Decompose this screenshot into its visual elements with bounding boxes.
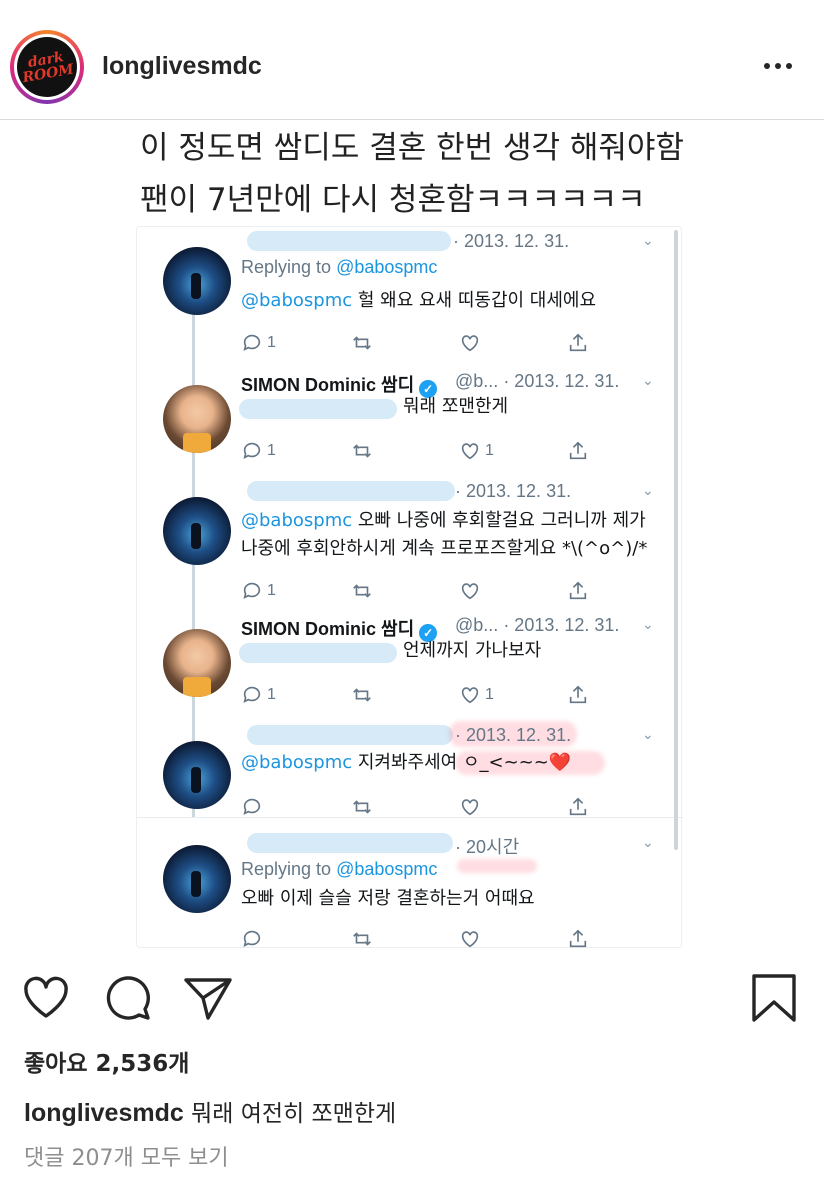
tweet-actions xyxy=(241,795,601,819)
redacted-name xyxy=(247,833,453,853)
view-all-comments-link[interactable]: 댓글 207개 모두 보기 xyxy=(24,1140,229,1172)
image-caption: 이 정도면 쌈디도 결혼 한번 생각 해줘야함 팬이 7년만에 다시 청혼함ㅋㅋ… xyxy=(140,130,684,218)
reply-icon[interactable]: 1 xyxy=(241,683,276,707)
retweet-icon[interactable] xyxy=(351,331,373,355)
divider xyxy=(137,817,683,818)
redacted-mention xyxy=(239,643,397,663)
dark-room-logo: dark ROOM xyxy=(12,32,82,102)
tweet-actions: 1 xyxy=(241,331,601,355)
like-icon[interactable]: 1 xyxy=(459,683,494,707)
chevron-down-icon[interactable]: ⌄ xyxy=(642,373,654,389)
post-caption: longlivesmdc 뭐래 여전히 쪼맨한게 xyxy=(24,1094,396,1128)
caption-text: 뭐래 여전히 쪼맨한게 xyxy=(183,1101,397,1127)
share-icon[interactable] xyxy=(567,927,589,951)
more-options-icon[interactable] xyxy=(758,54,798,78)
profile-avatar[interactable]: dark ROOM xyxy=(10,30,84,104)
reply-icon[interactable]: 1 xyxy=(241,579,276,603)
username-link[interactable]: longlivesmdc xyxy=(102,52,262,81)
retweet-icon[interactable] xyxy=(351,927,373,951)
avatar xyxy=(163,497,231,565)
chevron-down-icon[interactable]: ⌄ xyxy=(642,835,654,851)
like-icon[interactable]: 1 xyxy=(459,439,494,463)
redacted-name xyxy=(247,481,455,501)
share-icon[interactable] xyxy=(567,439,589,463)
share-icon[interactable] xyxy=(567,331,589,355)
share-icon[interactable] xyxy=(567,683,589,707)
redacted-mention xyxy=(239,399,397,419)
reply-icon[interactable] xyxy=(241,927,267,951)
chevron-down-icon[interactable]: ⌄ xyxy=(642,617,654,633)
avatar xyxy=(163,845,231,913)
share-icon[interactable] xyxy=(567,795,589,819)
post-header: dark ROOM longlivesmdc xyxy=(0,0,824,120)
like-icon[interactable] xyxy=(459,579,485,603)
share-icon[interactable] xyxy=(567,579,589,603)
scrollbar xyxy=(674,230,678,850)
post-action-bar xyxy=(0,968,824,1028)
reply-icon[interactable] xyxy=(241,795,267,819)
avatar xyxy=(163,629,231,697)
retweet-icon[interactable] xyxy=(351,439,373,463)
retweet-icon[interactable] xyxy=(351,683,373,707)
bookmark-icon[interactable] xyxy=(748,972,800,1024)
chevron-down-icon[interactable]: ⌄ xyxy=(642,233,654,249)
tweet-actions: 1 xyxy=(241,579,601,603)
heart-icon[interactable] xyxy=(20,972,72,1024)
tweet-actions xyxy=(241,927,601,951)
send-icon[interactable] xyxy=(182,972,234,1024)
like-icon[interactable] xyxy=(459,927,485,951)
redacted-name xyxy=(247,231,451,251)
tweet-actions: 1 1 xyxy=(241,683,601,707)
caption-username[interactable]: longlivesmdc xyxy=(24,1099,184,1127)
avatar xyxy=(163,741,231,809)
retweet-icon[interactable] xyxy=(351,579,373,603)
chevron-down-icon[interactable]: ⌄ xyxy=(642,727,654,743)
redacted-name xyxy=(247,725,453,745)
retweet-icon[interactable] xyxy=(351,795,373,819)
comment-icon[interactable] xyxy=(102,972,154,1024)
likes-count[interactable]: 좋아요 2,536개 xyxy=(24,1044,189,1078)
post-image[interactable]: 이 정도면 쌈디도 결혼 한번 생각 해줘야함 팬이 7년만에 다시 청혼함ㅋㅋ… xyxy=(0,120,824,950)
tweet-thread-card: · 2013. 12. 31. ⌄ Replying to @babospmc … xyxy=(136,226,683,951)
avatar xyxy=(163,247,231,315)
like-icon[interactable] xyxy=(459,795,485,819)
tweet-actions: 1 1 xyxy=(241,439,601,463)
like-icon[interactable] xyxy=(459,331,485,355)
avatar xyxy=(163,385,231,453)
chevron-down-icon[interactable]: ⌄ xyxy=(642,483,654,499)
reply-icon[interactable]: 1 xyxy=(241,331,276,355)
reply-icon[interactable]: 1 xyxy=(241,439,276,463)
